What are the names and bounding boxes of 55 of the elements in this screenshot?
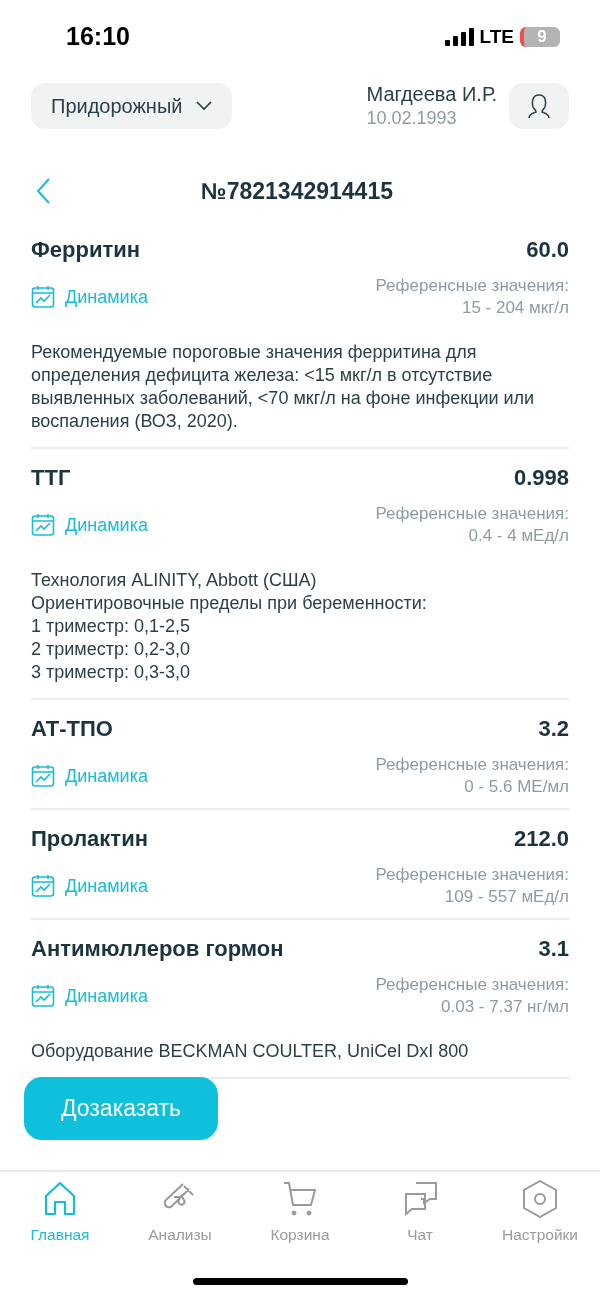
calendar-chart-icon [31, 764, 55, 788]
dynamics-link[interactable]: Динамика [31, 874, 148, 898]
test-note: Технология ALINITY, Abbott (США) Ориентировочные пределы при беременности: 1 триместр: 0,1-2,5 2 триместр: 0,2-3,0 3 триместр: 0,3-3,0 [31, 569, 428, 684]
cart-icon [282, 1180, 318, 1218]
reference-range: 0 - 5.6 МЕ/мл [464, 776, 569, 798]
chat-icon [402, 1180, 438, 1218]
reference-range: 109 - 557 мЕд/л [444, 886, 569, 908]
tab[interactable]: Корзина [245, 1178, 355, 1246]
dynamics-link[interactable]: Динамика [31, 764, 148, 788]
test-note: Рекомендуемые пороговые значения ферритина для определения дефицита железа: <15 мкг/л в отсутствие выявленных заболеваний, <70 мкг/л на фоне инфекции или воспаления (ВОЗ, 2020). [31, 341, 536, 433]
network-label: LTE [479, 25, 514, 48]
home-icon [42, 1180, 78, 1218]
tab[interactable]: Главная [5, 1178, 115, 1246]
test-name: ТТГ [31, 464, 71, 492]
test-value: 60.0 [526, 236, 569, 264]
test-name: Ферритин [31, 236, 140, 264]
dynamics-link[interactable]: Динамика [31, 513, 148, 537]
branch-dropdown[interactable]: Придорожный [31, 83, 233, 129]
battery-icon: 9 [520, 26, 560, 47]
chevron-left-icon [35, 177, 51, 205]
calendar-chart-icon [31, 513, 55, 537]
test-name: Пролактин [31, 825, 148, 853]
clock: 16:10 [66, 22, 130, 51]
reference-label: Референсные значения: [375, 864, 569, 886]
tab[interactable]: Чат [365, 1178, 475, 1246]
test-name: Антимюллеров гормон [31, 935, 284, 963]
patient-name: Магдеева И.Р. [366, 83, 497, 106]
dynamics-link[interactable]: Динамика [31, 285, 148, 309]
reference-range: 15 - 204 мкг/л [461, 297, 569, 319]
test-value: 0.998 [513, 464, 569, 492]
tab[interactable]: Анализы [125, 1178, 235, 1246]
reference-label: Референсные значения: [375, 754, 569, 776]
reference-label: Референсные значения: [375, 275, 569, 297]
test-name: АТ-ТПО [31, 715, 113, 743]
reorder-button[interactable]: Дозаказать [24, 1077, 218, 1140]
reference-label: Референсные значения: [375, 974, 569, 996]
reference-range: 0.03 - 7.37 нг/мл [441, 996, 569, 1018]
order-number: №7821342914415 [200, 177, 394, 205]
calendar-chart-icon [31, 874, 55, 898]
test-value: 3.2 [538, 715, 569, 743]
reference-range: 0.4 - 4 мЕд/л [468, 525, 569, 547]
dynamics-link[interactable]: Динамика [31, 984, 148, 1008]
calendar-chart-icon [31, 984, 55, 1008]
profile-button[interactable] [509, 83, 569, 129]
birth-date: 10.02.1993 [366, 108, 458, 129]
test-value: 3.1 [538, 935, 569, 963]
signal-icon [444, 27, 474, 46]
chevron-down-icon [196, 101, 213, 111]
person-icon [527, 93, 551, 119]
test-value: 212.0 [513, 825, 569, 853]
reference-label: Референсные значения: [375, 503, 569, 525]
settings-icon [522, 1180, 558, 1218]
tab[interactable]: Настройки [485, 1178, 595, 1246]
test-note: Оборудование BECKMAN COULTER, UniCel DxI 800 [31, 1040, 470, 1063]
calendar-chart-icon [31, 285, 55, 309]
